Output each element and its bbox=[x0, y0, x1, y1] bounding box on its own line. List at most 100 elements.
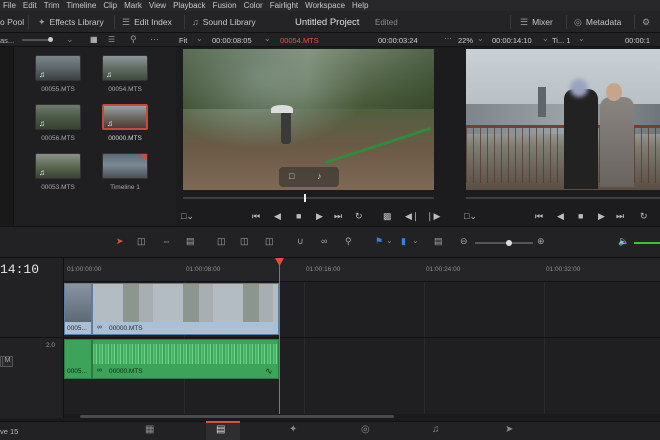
viewer-layout-icon[interactable]: □⌄ bbox=[181, 211, 194, 222]
snapping-icon[interactable]: ∪ bbox=[297, 236, 304, 247]
replace-clip-icon[interactable]: ◫ bbox=[265, 236, 274, 247]
go-to-start-icon[interactable]: ⏮ bbox=[535, 211, 543, 222]
effects-library-button[interactable]: ✦ Effects Library bbox=[38, 11, 104, 33]
cut-page-icon[interactable]: ▤ bbox=[216, 424, 225, 435]
trim-tool-icon[interactable]: ◫ bbox=[137, 236, 146, 247]
menu-fairlight[interactable]: Fairlight bbox=[270, 1, 298, 10]
audio-clip[interactable]: 0005... bbox=[64, 339, 92, 379]
menu-clip[interactable]: Clip bbox=[103, 1, 117, 10]
viewer-layout-icon[interactable]: □⌄ bbox=[464, 211, 477, 222]
source-playhead[interactable] bbox=[304, 194, 306, 202]
go-to-start-icon[interactable]: ⏮ bbox=[252, 211, 260, 222]
zoom-slider[interactable] bbox=[475, 242, 533, 244]
loop-icon[interactable]: ↻ bbox=[355, 211, 363, 222]
audio-curve-icon[interactable]: ∿ bbox=[265, 366, 273, 377]
search-icon[interactable]: ⚲ bbox=[130, 34, 137, 45]
menu-fusion[interactable]: Fusion bbox=[213, 1, 237, 10]
timeline-video-frame[interactable] bbox=[466, 49, 660, 190]
audio-icon[interactable]: ♪ bbox=[317, 171, 322, 181]
loop-icon[interactable]: ↻ bbox=[640, 211, 648, 222]
timeline-name-dropdown[interactable]: Ti... 1 bbox=[552, 36, 570, 45]
menu-mark[interactable]: Mark bbox=[124, 1, 142, 10]
linked-selection-icon[interactable]: ∞ bbox=[321, 236, 327, 246]
clip-thumbnail[interactable]: ♫ bbox=[35, 104, 81, 130]
speaker-icon[interactable]: 🔈 bbox=[618, 236, 629, 247]
audio-clip[interactable]: ∞ 00000.MTS ∿ bbox=[92, 339, 279, 379]
lock-icon[interactable]: ⚲ bbox=[345, 236, 352, 247]
play-icon[interactable]: ▶ bbox=[316, 211, 323, 222]
media-pool-button[interactable]: o Pool bbox=[0, 11, 24, 33]
sound-library-button[interactable]: ♫ Sound Library bbox=[192, 11, 256, 33]
chevron-down-icon[interactable]: ⌄ bbox=[386, 236, 393, 245]
insert-clip-icon[interactable]: ◫ bbox=[217, 236, 226, 247]
inspector-button[interactable]: ⚙ bbox=[642, 11, 654, 33]
chevron-down-icon[interactable]: ⌄ bbox=[542, 34, 549, 43]
menu-file[interactable]: File bbox=[3, 1, 16, 10]
media-page-icon[interactable]: ▦ bbox=[145, 424, 154, 435]
chevron-down-icon[interactable]: ⌄ bbox=[66, 34, 74, 45]
zoom-slider-handle[interactable] bbox=[506, 240, 512, 246]
menu-trim[interactable]: Trim bbox=[44, 1, 60, 10]
clip-thumbnail-selected[interactable]: ♫ bbox=[102, 104, 148, 130]
chevron-down-icon[interactable]: ⌄ bbox=[412, 236, 419, 245]
chevron-down-icon[interactable]: ⌄ bbox=[196, 34, 203, 43]
slider-handle[interactable] bbox=[48, 37, 53, 42]
blade-tool-icon[interactable]: ▤ bbox=[186, 236, 195, 247]
more-options-icon[interactable]: ⋯ bbox=[150, 34, 159, 45]
audio-mute-button[interactable]: M bbox=[2, 356, 13, 367]
menu-timeline[interactable]: Timeline bbox=[66, 1, 96, 10]
dynamic-trim-icon[interactable]: ⇔ bbox=[162, 236, 171, 246]
timeline-scrollbar-thumb[interactable] bbox=[80, 415, 394, 418]
mixer-button[interactable]: ☰ Mixer bbox=[520, 11, 553, 33]
zoom-out-icon[interactable]: ⊖ bbox=[460, 236, 468, 247]
mark-out-icon[interactable]: ❘▶ bbox=[426, 211, 440, 222]
fusion-page-icon[interactable]: ✦ bbox=[289, 424, 297, 435]
menu-color[interactable]: Color bbox=[244, 1, 263, 10]
stop-icon[interactable]: ■ bbox=[578, 211, 583, 221]
timeline-scrubber[interactable] bbox=[466, 197, 660, 199]
video-clip[interactable]: 0005... bbox=[64, 283, 92, 335]
marker-icon[interactable]: ▮ bbox=[401, 236, 406, 247]
mark-in-icon[interactable]: ◀❘ bbox=[405, 211, 419, 222]
list-view-icon[interactable]: ☰ bbox=[108, 35, 115, 44]
go-to-end-icon[interactable]: ⏭ bbox=[616, 211, 624, 222]
timeline-thumbnail[interactable] bbox=[102, 153, 148, 179]
more-options-icon[interactable]: ⋯ bbox=[444, 34, 452, 43]
edit-index-button[interactable]: ☰ Edit Index bbox=[122, 11, 172, 33]
clip-thumbnail[interactable]: ♫ bbox=[35, 153, 81, 179]
viewer-mode-icon[interactable]: □ bbox=[289, 171, 294, 181]
timeline-view-icon[interactable]: ▤ bbox=[434, 236, 443, 247]
menu-workspace[interactable]: Workspace bbox=[305, 1, 345, 10]
clip-thumbnail[interactable]: ♫ bbox=[102, 55, 148, 81]
play-icon[interactable]: ▶ bbox=[598, 211, 605, 222]
source-zoom-dropdown[interactable]: Fit bbox=[179, 36, 187, 45]
go-to-end-icon[interactable]: ⏭ bbox=[334, 211, 342, 222]
zoom-in-icon[interactable]: ⊕ bbox=[537, 236, 545, 247]
selection-tool-icon[interactable]: ➤ bbox=[116, 236, 124, 247]
menu-view[interactable]: View bbox=[149, 1, 166, 10]
video-clip[interactable]: ∞ 00000.MTS bbox=[92, 283, 279, 335]
menu-edit[interactable]: Edit bbox=[23, 1, 37, 10]
volume-slider[interactable] bbox=[634, 242, 660, 244]
match-frame-icon[interactable]: ▩ bbox=[383, 211, 392, 222]
overwrite-clip-icon[interactable]: ◫ bbox=[240, 236, 249, 247]
source-scrubber[interactable] bbox=[183, 197, 434, 199]
chevron-down-icon[interactable]: ⌄ bbox=[477, 34, 484, 43]
play-reverse-icon[interactable]: ◀ bbox=[274, 211, 281, 222]
stop-icon[interactable]: ■ bbox=[296, 211, 301, 221]
source-video-frame[interactable]: □ ♪ bbox=[183, 49, 434, 190]
menu-playback[interactable]: Playback bbox=[173, 1, 205, 10]
chevron-down-icon[interactable]: ⌄ bbox=[264, 34, 271, 43]
viewer-overlay-controls[interactable]: □ ♪ bbox=[279, 167, 339, 187]
menu-help[interactable]: Help bbox=[352, 1, 368, 10]
fairlight-page-icon[interactable]: ♫ bbox=[432, 424, 440, 435]
chevron-down-icon[interactable]: ⌄ bbox=[578, 34, 585, 43]
play-reverse-icon[interactable]: ◀ bbox=[557, 211, 564, 222]
clip-thumbnail[interactable]: ♫ bbox=[35, 55, 81, 81]
flag-icon[interactable]: ⚑ bbox=[375, 236, 383, 247]
grid-view-icon[interactable]: ▦ bbox=[90, 35, 98, 44]
deliver-page-icon[interactable]: ➤ bbox=[505, 424, 513, 435]
timeline-zoom-dropdown[interactable]: 22% bbox=[458, 36, 473, 45]
timeline-playhead[interactable] bbox=[279, 258, 280, 418]
color-page-icon[interactable]: ◎ bbox=[361, 424, 370, 435]
